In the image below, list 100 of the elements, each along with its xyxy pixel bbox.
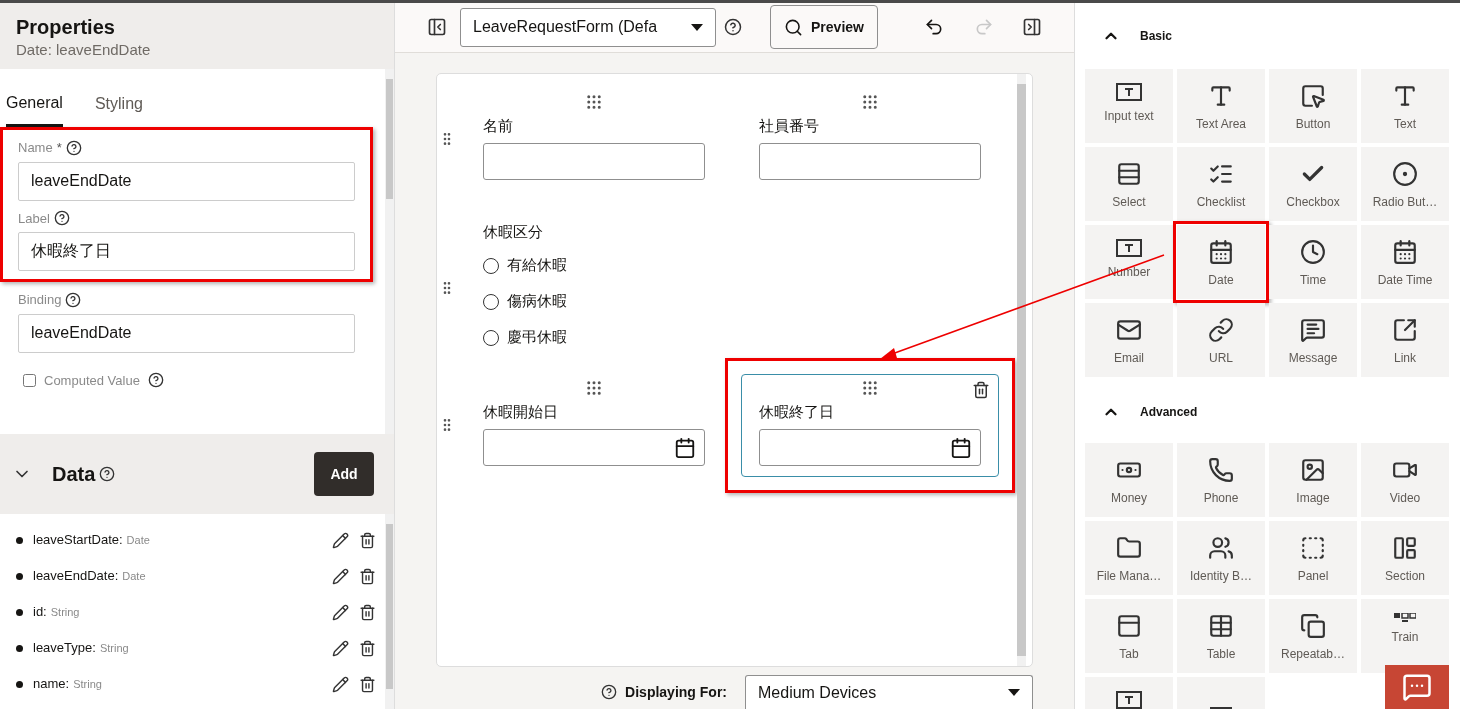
- variable-type: Date: [122, 568, 146, 584]
- drag-handle-icon[interactable]: [585, 92, 603, 111]
- text-field[interactable]: [483, 143, 705, 181]
- edit-icon[interactable]: [332, 675, 349, 693]
- palette-tile[interactable]: Section: [1361, 521, 1449, 595]
- checkbox[interactable]: [23, 373, 36, 387]
- palette-tile[interactable]: Time: [1269, 225, 1357, 299]
- palette-tile[interactable]: Video: [1361, 443, 1449, 517]
- chat-button[interactable]: [1385, 665, 1449, 709]
- help-icon[interactable]: [724, 18, 742, 37]
- palette-tile[interactable]: Text: [1361, 69, 1449, 143]
- section-title: Data: [52, 462, 96, 487]
- tile-label: URL: [1209, 350, 1233, 367]
- delete-icon[interactable]: [359, 603, 376, 621]
- palette-tile[interactable]: Select: [1085, 147, 1173, 221]
- edit-icon[interactable]: [332, 531, 349, 549]
- delete-icon[interactable]: [359, 531, 376, 549]
- drag-handle-icon[interactable]: [861, 92, 879, 111]
- text-field[interactable]: leaveEndDate: [18, 161, 355, 201]
- device-select[interactable]: Medium Devices: [745, 675, 1033, 709]
- palette-tile[interactable]: Input text: [1085, 69, 1173, 143]
- message-icon: [1300, 317, 1326, 343]
- search-icon: [784, 17, 804, 37]
- calendar-icon[interactable]: [950, 436, 972, 459]
- text-field[interactable]: [759, 143, 981, 181]
- text-field[interactable]: 休暇終了日: [18, 232, 355, 271]
- envelope-icon: [1116, 317, 1142, 343]
- palette-tile[interactable]: Email: [1085, 303, 1173, 377]
- palette-tile[interactable]: [1085, 677, 1173, 709]
- collapse-panel-icon[interactable]: [1022, 17, 1042, 38]
- edit-icon[interactable]: [332, 567, 349, 585]
- help-icon[interactable]: [65, 139, 82, 156]
- undo-icon[interactable]: [924, 17, 944, 38]
- collapse-panel-icon[interactable]: [427, 17, 447, 38]
- drag-handle-icon[interactable]: [585, 378, 603, 397]
- palette-tile[interactable]: Identity B…: [1177, 521, 1265, 595]
- palette-tile[interactable]: Checkbox: [1269, 147, 1357, 221]
- palette-tile[interactable]: Tab: [1085, 599, 1173, 673]
- palette-tile[interactable]: Repeatab…: [1269, 599, 1357, 673]
- text-field-icon: [1116, 83, 1142, 101]
- palette-tile[interactable]: Money: [1085, 443, 1173, 517]
- variable-type: Date: [126, 532, 150, 548]
- tile-label: Checkbox: [1286, 194, 1340, 211]
- delete-icon[interactable]: [359, 675, 376, 693]
- dropdown-caret-icon: [1008, 689, 1020, 696]
- delete-icon[interactable]: [359, 567, 376, 585]
- scrollbar[interactable]: [385, 69, 394, 434]
- field-label: 休暇区分: [483, 222, 544, 243]
- scrollbar[interactable]: [385, 514, 394, 709]
- palette-tile[interactable]: Button: [1269, 69, 1357, 143]
- edit-icon[interactable]: [332, 603, 349, 621]
- palette-tile[interactable]: Message: [1269, 303, 1357, 377]
- tile-label: Video: [1389, 490, 1421, 507]
- date-field[interactable]: [483, 429, 705, 467]
- delete-icon[interactable]: [359, 639, 376, 657]
- palette-tile[interactable]: Image: [1269, 443, 1357, 517]
- help-icon[interactable]: [601, 684, 618, 700]
- drag-handle-icon[interactable]: [861, 378, 879, 397]
- form-select[interactable]: LeaveRequestForm (Defa: [460, 7, 716, 47]
- chat-icon: [1402, 672, 1432, 702]
- calendar-icon[interactable]: [674, 436, 696, 459]
- palette-tile[interactable]: Checklist: [1177, 147, 1265, 221]
- delete-icon[interactable]: [972, 380, 990, 399]
- variable-name: name:: [33, 675, 70, 694]
- field-label: 休暇開始日: [483, 401, 559, 422]
- edit-icon[interactable]: [332, 639, 349, 657]
- palette-tile[interactable]: Phone: [1177, 443, 1265, 517]
- image-icon: [1300, 457, 1326, 483]
- selected-field-card[interactable]: 休暇終了日: [741, 373, 999, 478]
- palette-tile[interactable]: Panel: [1269, 521, 1357, 595]
- date-field[interactable]: [759, 429, 981, 467]
- palette-tile[interactable]: URL: [1177, 303, 1265, 377]
- help-icon[interactable]: [147, 372, 164, 389]
- checkbox-label: Computed Value: [44, 371, 140, 390]
- palette-tile[interactable]: Train: [1361, 599, 1449, 673]
- external-link-icon: [1392, 317, 1418, 343]
- tile-label: Checklist: [1196, 194, 1246, 211]
- palette-tile[interactable]: Link: [1361, 303, 1449, 377]
- tab[interactable]: Styling: [94, 89, 143, 127]
- text-field[interactable]: leaveEndDate: [18, 313, 355, 353]
- select-icon: [1116, 161, 1142, 187]
- palette-tile[interactable]: Table: [1177, 599, 1265, 673]
- help-icon[interactable]: [99, 466, 116, 482]
- add-button[interactable]: Add: [314, 452, 374, 496]
- tab[interactable]: General: [6, 89, 63, 127]
- palette-tile[interactable]: File Mana…: [1085, 521, 1173, 595]
- help-icon[interactable]: [53, 210, 70, 227]
- variable-type: String: [50, 604, 80, 620]
- field-label: Binding: [18, 291, 62, 309]
- palette-tile[interactable]: Date Time: [1361, 225, 1449, 299]
- palette-tile[interactable]: Text Area: [1177, 69, 1265, 143]
- palette-tile[interactable]: Radio But…: [1361, 147, 1449, 221]
- text-field-icon: [1116, 691, 1142, 709]
- help-icon[interactable]: [65, 291, 82, 308]
- link-icon: [1208, 317, 1234, 343]
- text-icon: [1392, 83, 1418, 109]
- palette-tile[interactable]: [1177, 677, 1265, 709]
- preview-button[interactable]: Preview: [770, 5, 878, 50]
- scrollbar[interactable]: [1017, 73, 1026, 666]
- variable-name: id:: [33, 603, 47, 622]
